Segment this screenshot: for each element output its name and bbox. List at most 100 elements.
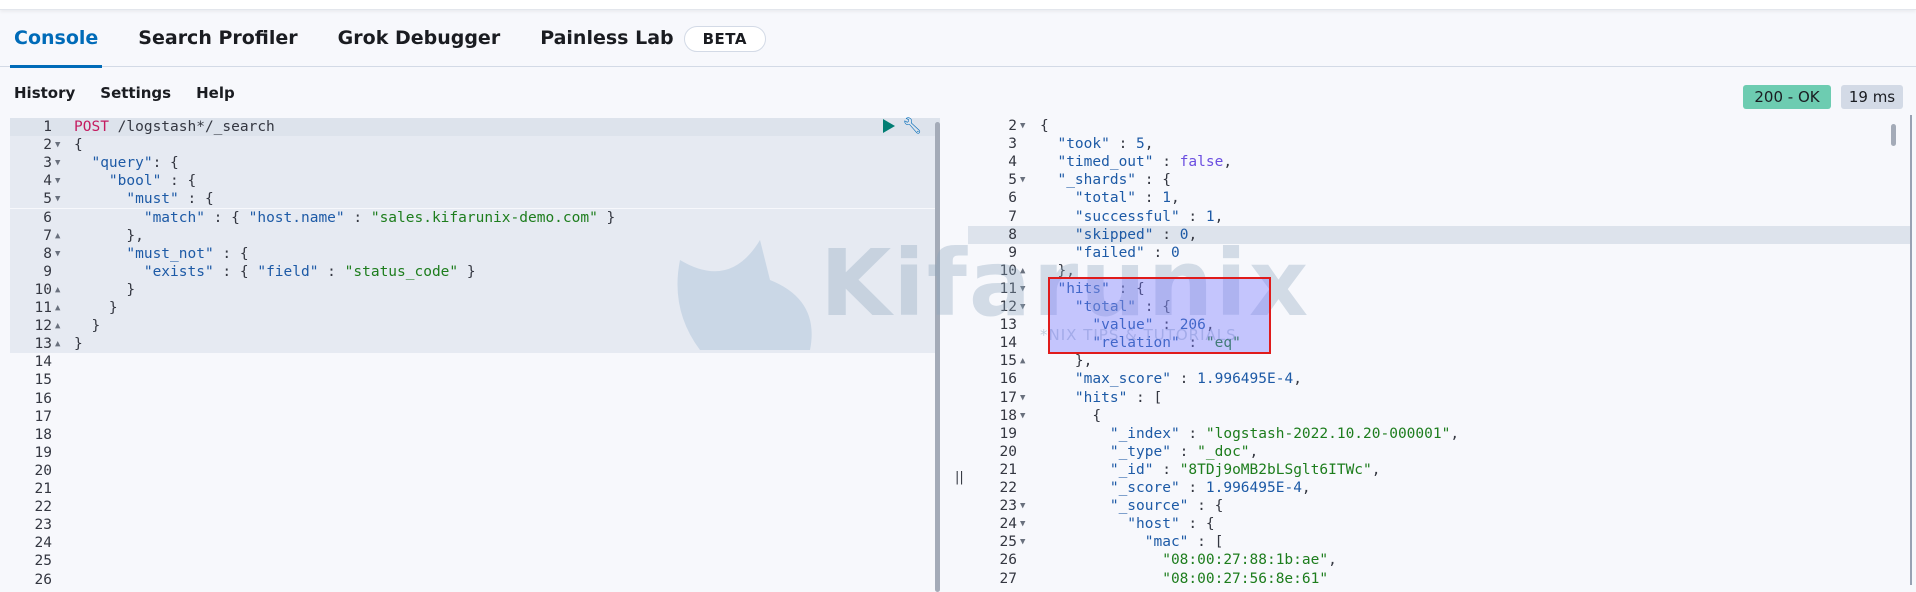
fold-caret-down-icon[interactable]: ▼ [1020, 171, 1025, 189]
code-text: "exists" : { "field" : "status_code" } [74, 263, 476, 281]
code-text: "_source" : { [1040, 497, 1224, 515]
wrench-icon[interactable]: 🔧︎ [902, 116, 922, 135]
history-button[interactable]: History [14, 84, 75, 102]
line-number: 8 [43, 245, 52, 262]
fold-caret-down-icon[interactable]: ▼ [1020, 298, 1025, 316]
code-line: 2 ▼ { [10, 136, 940, 155]
code-text: "max_score" : 1.996495E-4, [1040, 370, 1302, 388]
code-token: } [74, 318, 101, 335]
fold-caret-down-icon[interactable]: ▼ [1020, 407, 1025, 425]
line-number: 17 [999, 389, 1017, 406]
code-text: "must" : { [74, 190, 213, 208]
code-line: 15 [10, 371, 940, 389]
code-token: : [1153, 226, 1180, 243]
settings-button[interactable]: Settings [100, 84, 171, 102]
fold-caret-up-icon[interactable]: ▲ [55, 299, 60, 317]
code-text: "_score" : 1.996495E-4, [1040, 479, 1311, 497]
code-token: "sales.kifarunix-demo.com" [370, 209, 598, 226]
fold-caret-down-icon[interactable]: ▼ [1020, 389, 1025, 407]
code-line: 15 ▲ }, [968, 352, 1910, 370]
fold-caret-down-icon[interactable]: ▼ [1020, 497, 1025, 515]
code-token: "failed" [1040, 244, 1145, 261]
line-number: 20 [999, 443, 1017, 460]
code-text: { [74, 136, 83, 154]
code-token: "field" [257, 263, 319, 280]
line-number: 23 [999, 498, 1017, 515]
fold-caret-up-icon[interactable]: ▲ [55, 227, 60, 245]
code-line: 7 ▲ }, [10, 226, 940, 245]
help-button[interactable]: Help [196, 84, 235, 102]
tab-search-profiler[interactable]: Search Profiler [138, 12, 297, 67]
fold-caret-down-icon[interactable]: ▼ [55, 154, 60, 172]
code-line: 8 ▼ "must_not" : { [10, 244, 940, 263]
code-line: 18 ▼ { [968, 407, 1910, 425]
code-line: 20 "_type" : "_doc", [968, 443, 1910, 461]
request-editor[interactable]: 1 POST /logstash*/_search 2 ▼{3 ▼ "query": {… [10, 116, 940, 586]
code-token: "exists" [74, 263, 214, 280]
code-token: "skipped" [1040, 226, 1154, 243]
line-number: 15 [34, 372, 52, 389]
code-token: "status_code" [344, 263, 459, 280]
line-number: 9 [1008, 244, 1017, 261]
request-scrollbar[interactable] [935, 122, 940, 592]
line-number: 21 [999, 461, 1017, 478]
code-token: : [1153, 154, 1180, 171]
fold-caret-down-icon[interactable]: ▼ [55, 245, 60, 263]
fold-caret-down-icon[interactable]: ▼ [1020, 515, 1025, 533]
line-number: 22 [999, 480, 1017, 496]
code-token: 1.996495E-4 [1205, 480, 1302, 496]
code-token: , [1301, 480, 1311, 496]
line-number: 15 [999, 353, 1017, 370]
code-token: /logstash*/_search [108, 119, 275, 135]
code-token: : [1179, 480, 1206, 496]
code-token: "query" [74, 155, 153, 172]
fold-caret-up-icon[interactable]: ▲ [55, 317, 60, 335]
response-scrollbar[interactable] [1891, 124, 1896, 146]
code-token: : [1170, 443, 1198, 460]
tab-console[interactable]: Console [9, 12, 103, 68]
line-number: 17 [34, 408, 52, 425]
line-number: 27 [999, 570, 1017, 586]
code-line: 14 [10, 353, 940, 371]
line-number: 2 [1008, 118, 1017, 134]
panel-resize-handle[interactable]: || [955, 470, 964, 485]
fold-caret-up-icon[interactable]: ▲ [55, 281, 60, 299]
code-token: : [1109, 136, 1137, 153]
tab-painless-lab[interactable]: Painless Lab [540, 12, 673, 67]
code-token: "_score" [1040, 480, 1180, 496]
fold-caret-down-icon[interactable]: ▼ [55, 190, 60, 208]
code-text: } [74, 317, 100, 335]
fold-caret-down-icon[interactable]: ▼ [1020, 533, 1025, 551]
code-token: : [1144, 244, 1171, 261]
line-number: 14 [999, 335, 1017, 352]
fold-caret-down-icon[interactable]: ▼ [1020, 117, 1025, 135]
fold-caret-down-icon[interactable]: ▼ [1020, 280, 1025, 298]
code-token: , [1144, 136, 1154, 153]
line-number: 23 [34, 517, 52, 534]
code-text: } [74, 335, 83, 353]
code-token: "host" [1040, 516, 1180, 533]
fold-caret-up-icon[interactable]: ▲ [55, 335, 60, 353]
code-token: , [1223, 154, 1233, 171]
code-token: "host.name" [248, 209, 345, 226]
code-line: 27 "08:00:27:56:8e:61" [968, 570, 1910, 586]
code-text: POST /logstash*/_search [74, 118, 275, 136]
code-token: : { [161, 173, 197, 190]
code-text: } [74, 299, 118, 317]
code-token: 1 [1162, 190, 1171, 207]
code-line: 18 [10, 426, 940, 444]
tab-grok-debugger[interactable]: Grok Debugger [338, 12, 501, 67]
line-number: 14 [34, 354, 52, 371]
fold-caret-up-icon[interactable]: ▲ [1020, 262, 1025, 280]
code-token: "must_not" [74, 245, 214, 262]
line-number: 7 [1008, 208, 1017, 225]
code-token: false [1179, 154, 1224, 171]
line-number: 16 [34, 390, 52, 407]
play-icon[interactable] [882, 118, 896, 134]
fold-caret-down-icon[interactable]: ▼ [55, 136, 60, 154]
line-number: 4 [1008, 154, 1017, 171]
fold-caret-down-icon[interactable]: ▼ [55, 172, 60, 190]
code-text: { [1040, 117, 1049, 135]
code-text: "skipped" : 0, [1040, 226, 1197, 244]
fold-caret-up-icon[interactable]: ▲ [1020, 352, 1025, 370]
